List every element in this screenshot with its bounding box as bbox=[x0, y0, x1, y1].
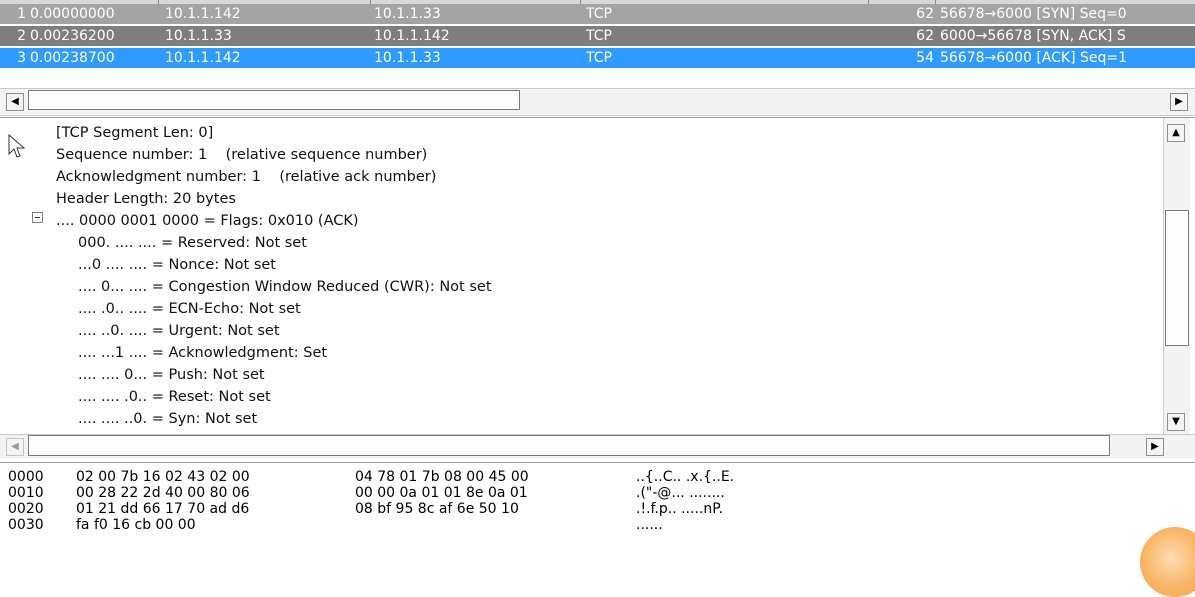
packet-details-tree: [TCP Segment Len: 0] Sequence number: 1 … bbox=[0, 117, 1195, 459]
packet-destination: 10.1.1.142 bbox=[374, 28, 450, 44]
hex-ascii[interactable]: ..{..C.. .x.{..E. bbox=[636, 469, 734, 485]
packet-time: 0.00238700 bbox=[30, 50, 115, 66]
hex-bytes[interactable]: 08 bf 95 8c af 6e 50 10 bbox=[355, 501, 519, 517]
hex-bytes[interactable]: 04 78 01 7b 08 00 45 00 bbox=[355, 469, 529, 485]
hex-bytes[interactable]: fa f0 16 cb 00 00 bbox=[76, 517, 196, 533]
tree-line-syn[interactable]: .... .... ..0. = Syn: Not set bbox=[78, 408, 257, 430]
mouse-pointer-icon bbox=[8, 134, 26, 158]
scroll-left-button[interactable]: ◀ bbox=[6, 438, 24, 456]
arrow-up-icon: ▲ bbox=[1172, 127, 1180, 138]
packet-number: 1 bbox=[17, 6, 26, 22]
packet-number: 2 bbox=[17, 28, 26, 44]
scroll-thumb[interactable] bbox=[28, 90, 520, 110]
packet-info: 6000→56678 [SYN, ACK] S bbox=[940, 28, 1126, 44]
packet-time: 0.00000000 bbox=[30, 6, 115, 22]
tree-line-ecn-echo[interactable]: .... .0.. .... = ECN-Echo: Not set bbox=[78, 298, 301, 320]
scroll-right-button[interactable]: ▶ bbox=[1170, 93, 1188, 111]
hex-bytes[interactable]: 02 00 7b 16 02 43 02 00 bbox=[76, 469, 250, 485]
packet-list-hscrollbar[interactable]: ◀ ▶ bbox=[0, 88, 1195, 116]
packet-protocol: TCP bbox=[586, 50, 612, 66]
scroll-down-button[interactable]: ▼ bbox=[1167, 413, 1185, 431]
hex-offset: 0020 bbox=[8, 501, 44, 517]
packet-source: 10.1.1.142 bbox=[165, 6, 241, 22]
tree-line-nonce[interactable]: ...0 .... .... = Nonce: Not set bbox=[78, 254, 276, 276]
corner-badge-icon bbox=[1140, 527, 1195, 597]
tree-line-sequence-number[interactable]: Sequence number: 1 (relative sequence nu… bbox=[56, 144, 427, 166]
packet-protocol: TCP bbox=[586, 28, 612, 44]
arrow-left-icon: ◀ bbox=[11, 441, 19, 452]
hex-bytes[interactable]: 00 28 22 2d 40 00 80 06 bbox=[76, 485, 250, 501]
details-vscrollbar[interactable]: ▲ ▼ bbox=[1163, 118, 1190, 438]
hex-ascii[interactable]: .!.f.p.. .....nP. bbox=[636, 501, 723, 517]
packet-bytes-pane: 0000 02 00 7b 16 02 43 02 00 04 78 01 7b… bbox=[0, 462, 1195, 563]
packet-destination: 10.1.1.33 bbox=[374, 6, 441, 22]
scroll-right-button[interactable]: ▶ bbox=[1146, 438, 1164, 456]
packet-row-2[interactable]: 2 0.00236200 10.1.1.33 10.1.1.142 TCP 62… bbox=[0, 26, 1195, 46]
packet-length: 62 bbox=[916, 28, 934, 44]
tree-line-reset[interactable]: .... .... .0.. = Reset: Not set bbox=[78, 386, 271, 408]
scroll-up-button[interactable]: ▲ bbox=[1167, 124, 1185, 142]
tree-line-cwr[interactable]: .... 0... .... = Congestion Window Reduc… bbox=[78, 276, 492, 298]
packet-row-1[interactable]: 1 0.00000000 10.1.1.142 10.1.1.33 TCP 62… bbox=[0, 4, 1195, 24]
details-hscrollbar[interactable]: ◀ ▶ bbox=[0, 434, 1195, 459]
packet-source: 10.1.1.33 bbox=[165, 28, 232, 44]
hex-offset: 0000 bbox=[8, 469, 44, 485]
tree-line-push[interactable]: .... .... 0... = Push: Not set bbox=[78, 364, 265, 386]
tree-line-reserved[interactable]: 000. .... .... = Reserved: Not set bbox=[78, 232, 307, 254]
tree-line-urgent[interactable]: .... ..0. .... = Urgent: Not set bbox=[78, 320, 280, 342]
packet-length: 54 bbox=[916, 50, 934, 66]
scroll-left-button[interactable]: ◀ bbox=[6, 93, 24, 111]
arrow-left-icon: ◀ bbox=[11, 96, 19, 107]
packet-list: 1 0.00000000 10.1.1.142 10.1.1.33 TCP 62… bbox=[0, 0, 1195, 90]
hex-ascii[interactable]: .("-@... ........ bbox=[636, 485, 725, 501]
packet-source: 10.1.1.142 bbox=[165, 50, 241, 66]
packet-number: 3 bbox=[17, 50, 26, 66]
packet-info: 56678→6000 [SYN] Seq=0 bbox=[940, 6, 1127, 22]
hex-offset: 0030 bbox=[8, 517, 44, 533]
packet-destination: 10.1.1.33 bbox=[374, 50, 441, 66]
packet-time: 0.00236200 bbox=[30, 28, 115, 44]
hex-ascii[interactable]: ...... bbox=[636, 517, 663, 533]
scroll-thumb[interactable] bbox=[28, 435, 1110, 456]
arrow-right-icon: ▶ bbox=[1175, 96, 1183, 107]
collapse-icon[interactable] bbox=[32, 212, 43, 223]
tree-line-header-length[interactable]: Header Length: 20 bytes bbox=[56, 188, 236, 210]
packet-protocol: TCP bbox=[586, 6, 612, 22]
hex-bytes[interactable]: 00 00 0a 01 01 8e 0a 01 bbox=[355, 485, 528, 501]
packet-info: 56678→6000 [ACK] Seq=1 bbox=[940, 50, 1128, 66]
arrow-down-icon: ▼ bbox=[1172, 416, 1180, 427]
hex-bytes[interactable]: 01 21 dd 66 17 70 ad d6 bbox=[76, 501, 249, 517]
tree-line-segment-len[interactable]: [TCP Segment Len: 0] bbox=[56, 122, 213, 144]
packet-length: 62 bbox=[916, 6, 934, 22]
packet-row-3-selected[interactable]: 3 0.00238700 10.1.1.142 10.1.1.33 TCP 54… bbox=[0, 48, 1195, 68]
tree-line-flags[interactable]: .... 0000 0001 0000 = Flags: 0x010 (ACK) bbox=[56, 210, 359, 232]
tree-line-ack-number[interactable]: Acknowledgment number: 1 (relative ack n… bbox=[56, 166, 436, 188]
arrow-right-icon: ▶ bbox=[1151, 441, 1159, 452]
scroll-thumb[interactable] bbox=[1165, 210, 1189, 346]
hex-offset: 0010 bbox=[8, 485, 44, 501]
tree-line-acknowledgment[interactable]: .... ...1 .... = Acknowledgment: Set bbox=[78, 342, 327, 364]
